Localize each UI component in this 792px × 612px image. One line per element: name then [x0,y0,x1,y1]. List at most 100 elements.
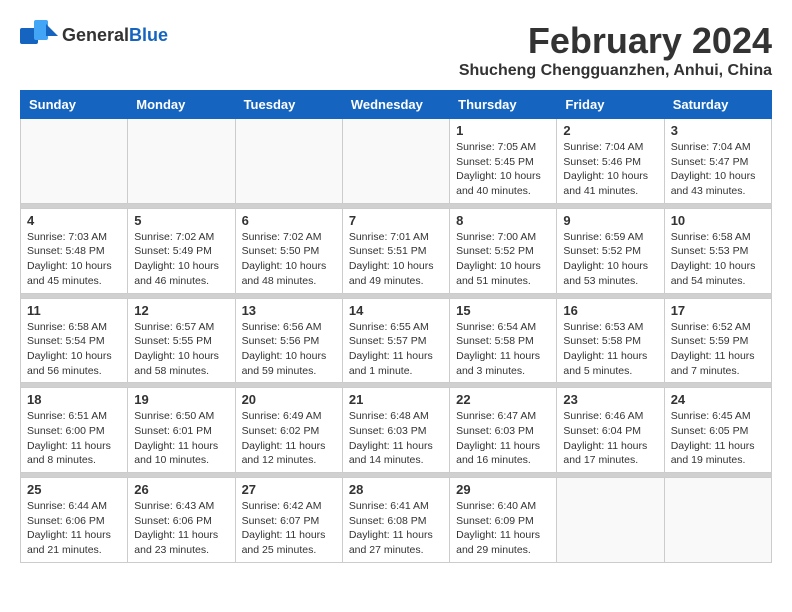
table-row: 6Sunrise: 7:02 AM Sunset: 5:50 PM Daylig… [235,208,342,293]
table-row: 22Sunrise: 6:47 AM Sunset: 6:03 PM Dayli… [450,388,557,473]
day-info: Sunrise: 6:58 AM Sunset: 5:54 PM Dayligh… [27,320,121,379]
month-title: February 2024 [459,20,772,62]
day-info: Sunrise: 6:52 AM Sunset: 5:59 PM Dayligh… [671,320,765,379]
day-info: Sunrise: 6:50 AM Sunset: 6:01 PM Dayligh… [134,409,228,468]
table-row: 5 Sunrise: 7:02 AM Sunset: 5:49 PM Daylig… [128,208,235,293]
table-row: 1 Sunrise: 7:05 AM Sunset: 5:45 PM Daylig… [450,119,557,204]
day-number: 13 [242,303,336,318]
day-number: 7 [349,213,443,228]
day-info: Sunrise: 6:41 AM Sunset: 6:08 PM Dayligh… [349,499,443,558]
logo-general: General [62,25,129,45]
table-row: 4 Sunrise: 7:03 AM Sunset: 5:48 PM Daylig… [21,208,128,293]
day-number: 20 [242,392,336,407]
day-info: Sunrise: 6:53 AM Sunset: 5:58 PM Dayligh… [563,320,657,379]
day-info: Sunrise: 6:49 AM Sunset: 6:02 PM Dayligh… [242,409,336,468]
table-row [21,119,128,204]
day-info: Sunrise: 7:05 AM Sunset: 5:45 PM Dayligh… [456,140,550,199]
table-row [664,478,771,563]
day-number: 8 [456,213,550,228]
table-row: 2 Sunrise: 7:04 AM Sunset: 5:46 PM Daylig… [557,119,664,204]
col-tuesday: Tuesday [235,91,342,119]
table-row: 23 Sunrise: 6:46 AM Sunset: 6:04 PM Dayli… [557,388,664,473]
day-info: Sunrise: 6:54 AM Sunset: 5:58 PM Dayligh… [456,320,550,379]
day-info: Sunrise: 7:00 AM Sunset: 5:52 PM Dayligh… [456,230,550,289]
day-info: Sunrise: 7:02 AM Sunset: 5:49 PM Dayligh… [134,230,228,289]
table-row: 17 Sunrise: 6:52 AM Sunset: 5:59 PM Dayli… [664,298,771,383]
calendar-week-row: 18 Sunrise: 6:51 AM Sunset: 6:00 PM Dayli… [21,388,772,473]
calendar-week-row: 11 Sunrise: 6:58 AM Sunset: 5:54 PM Dayli… [21,298,772,383]
location-subtitle: Shucheng Chengguanzhen, Anhui, China [459,62,772,80]
col-wednesday: Wednesday [342,91,449,119]
table-row: 26 Sunrise: 6:43 AM Sunset: 6:06 PM Dayli… [128,478,235,563]
table-row: 21 Sunrise: 6:48 AM Sunset: 6:03 PM Dayli… [342,388,449,473]
day-number: 9 [563,213,657,228]
day-info: Sunrise: 6:43 AM Sunset: 6:06 PM Dayligh… [134,499,228,558]
table-row: 7 Sunrise: 7:01 AM Sunset: 5:51 PM Daylig… [342,208,449,293]
table-row: 9 Sunrise: 6:59 AM Sunset: 5:52 PM Daylig… [557,208,664,293]
day-number: 26 [134,482,228,497]
day-info: Sunrise: 6:57 AM Sunset: 5:55 PM Dayligh… [134,320,228,379]
day-info: Sunrise: 6:46 AM Sunset: 6:04 PM Dayligh… [563,409,657,468]
day-info: Sunrise: 6:48 AM Sunset: 6:03 PM Dayligh… [349,409,443,468]
day-info: Sunrise: 7:03 AM Sunset: 5:48 PM Dayligh… [27,230,121,289]
day-info: Sunrise: 7:04 AM Sunset: 5:46 PM Dayligh… [563,140,657,199]
day-info: Sunrise: 6:47 AM Sunset: 6:03 PM Dayligh… [456,409,550,468]
table-row: 29 Sunrise: 6:40 AM Sunset: 6:09 PM Dayli… [450,478,557,563]
logo: GeneralBlue [20,20,168,52]
day-info: Sunrise: 6:42 AM Sunset: 6:07 PM Dayligh… [242,499,336,558]
day-info: Sunrise: 7:01 AM Sunset: 5:51 PM Dayligh… [349,230,443,289]
day-number: 21 [349,392,443,407]
title-section: February 2024 Shucheng Chengguanzhen, An… [459,20,772,80]
day-info: Sunrise: 6:51 AM Sunset: 6:00 PM Dayligh… [27,409,121,468]
day-number: 24 [671,392,765,407]
day-number: 17 [671,303,765,318]
table-row: 3 Sunrise: 7:04 AM Sunset: 5:47 PM Daylig… [664,119,771,204]
day-number: 27 [242,482,336,497]
day-number: 14 [349,303,443,318]
table-row [128,119,235,204]
day-info: Sunrise: 7:04 AM Sunset: 5:47 PM Dayligh… [671,140,765,199]
table-row: 19 Sunrise: 6:50 AM Sunset: 6:01 PM Dayli… [128,388,235,473]
day-number: 2 [563,123,657,138]
day-number: 15 [456,303,550,318]
col-sunday: Sunday [21,91,128,119]
table-row: 16 Sunrise: 6:53 AM Sunset: 5:58 PM Dayli… [557,298,664,383]
table-row: 28Sunrise: 6:41 AM Sunset: 6:08 PM Dayli… [342,478,449,563]
day-info: Sunrise: 6:58 AM Sunset: 5:53 PM Dayligh… [671,230,765,289]
table-row: 12 Sunrise: 6:57 AM Sunset: 5:55 PM Dayli… [128,298,235,383]
calendar-table: Sunday Monday Tuesday Wednesday Thursday… [20,90,772,563]
day-number: 12 [134,303,228,318]
table-row: 24 Sunrise: 6:45 AM Sunset: 6:05 PM Dayli… [664,388,771,473]
day-number: 3 [671,123,765,138]
table-row: 13 Sunrise: 6:56 AM Sunset: 5:56 PM Dayli… [235,298,342,383]
table-row [557,478,664,563]
day-number: 23 [563,392,657,407]
col-thursday: Thursday [450,91,557,119]
calendar-week-row: 1 Sunrise: 7:05 AM Sunset: 5:45 PM Daylig… [21,119,772,204]
table-row: 15 Sunrise: 6:54 AM Sunset: 5:58 PM Dayli… [450,298,557,383]
col-friday: Friday [557,91,664,119]
table-row: 18 Sunrise: 6:51 AM Sunset: 6:00 PM Dayli… [21,388,128,473]
day-number: 19 [134,392,228,407]
day-info: Sunrise: 6:45 AM Sunset: 6:05 PM Dayligh… [671,409,765,468]
calendar-week-row: 25 Sunrise: 6:44 AM Sunset: 6:06 PM Dayli… [21,478,772,563]
col-monday: Monday [128,91,235,119]
calendar-header-row: Sunday Monday Tuesday Wednesday Thursday… [21,91,772,119]
table-row: 10Sunrise: 6:58 AM Sunset: 5:53 PM Dayli… [664,208,771,293]
table-row: 11 Sunrise: 6:58 AM Sunset: 5:54 PM Dayli… [21,298,128,383]
day-info: Sunrise: 6:40 AM Sunset: 6:09 PM Dayligh… [456,499,550,558]
day-number: 25 [27,482,121,497]
day-number: 16 [563,303,657,318]
day-number: 29 [456,482,550,497]
day-number: 11 [27,303,121,318]
day-number: 1 [456,123,550,138]
day-info: Sunrise: 7:02 AM Sunset: 5:50 PM Dayligh… [242,230,336,289]
day-number: 18 [27,392,121,407]
col-saturday: Saturday [664,91,771,119]
day-info: Sunrise: 6:44 AM Sunset: 6:06 PM Dayligh… [27,499,121,558]
table-row [235,119,342,204]
day-number: 5 [134,213,228,228]
day-number: 4 [27,213,121,228]
day-info: Sunrise: 6:59 AM Sunset: 5:52 PM Dayligh… [563,230,657,289]
day-info: Sunrise: 6:56 AM Sunset: 5:56 PM Dayligh… [242,320,336,379]
